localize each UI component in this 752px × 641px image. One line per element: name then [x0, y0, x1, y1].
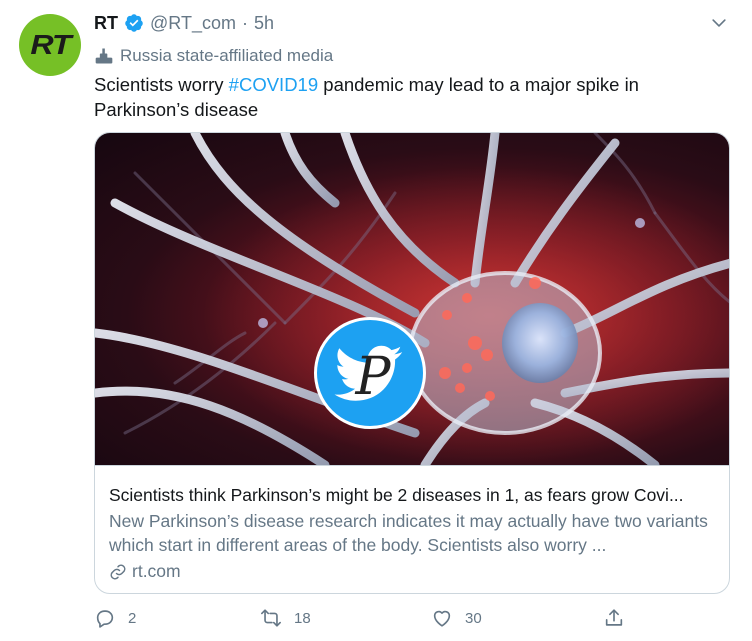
like-button[interactable]: 30 [431, 604, 482, 632]
link-icon [109, 563, 127, 581]
timestamp[interactable]: 5h [254, 13, 274, 34]
reply-count: 2 [128, 609, 137, 627]
card-body[interactable]: Scientists think Parkinson’s might be 2 … [95, 465, 729, 593]
reply-button[interactable]: 2 [94, 604, 136, 632]
tweet-header: RT @RT_com · 5h [94, 11, 274, 35]
reply-icon [96, 610, 114, 628]
tweet-text-start: Scientists worry [94, 74, 229, 95]
author-name[interactable]: RT [94, 13, 118, 34]
retweet-count: 18 [294, 609, 311, 627]
card-domain: rt.com [109, 561, 717, 582]
share-icon [605, 609, 623, 626]
like-count: 30 [465, 609, 482, 627]
author-handle[interactable]: @RT_com [150, 13, 236, 34]
tweet[interactable]: RT RT @RT_com · 5h Russia state-affiliat… [0, 0, 752, 641]
card-title: Scientists think Parkinson’s might be 2 … [109, 485, 684, 505]
separator-dot: · [241, 12, 248, 33]
retweet-button[interactable]: 18 [260, 604, 311, 632]
share-button[interactable] [603, 604, 625, 632]
card-image[interactable]: P [95, 133, 729, 465]
rt-logo: RT [29, 29, 71, 60]
retweet-icon [261, 609, 281, 627]
hashtag-link[interactable]: #COVID19 [229, 74, 318, 95]
action-bar: 2 18 30 [94, 604, 654, 632]
avatar[interactable]: RT [19, 14, 81, 76]
link-card[interactable]: P Scientists think Parkinson’s might be … [94, 132, 730, 594]
chevron-down-icon[interactable] [708, 12, 730, 34]
verified-badge-icon [124, 13, 144, 33]
state-media-label[interactable]: Russia state-affiliated media [94, 44, 333, 68]
card-domain-text: rt.com [132, 561, 181, 581]
tweet-text: Scientists worry #COVID19 pandemic may l… [94, 72, 714, 122]
overlay-bird-logo: P [314, 317, 426, 429]
card-description: New Parkinson’s disease research indicat… [109, 511, 708, 555]
state-media-label-text: Russia state-affiliated media [120, 46, 334, 65]
state-media-icon [94, 46, 114, 66]
overlay-letter: P [355, 347, 391, 407]
heart-icon [433, 610, 451, 627]
